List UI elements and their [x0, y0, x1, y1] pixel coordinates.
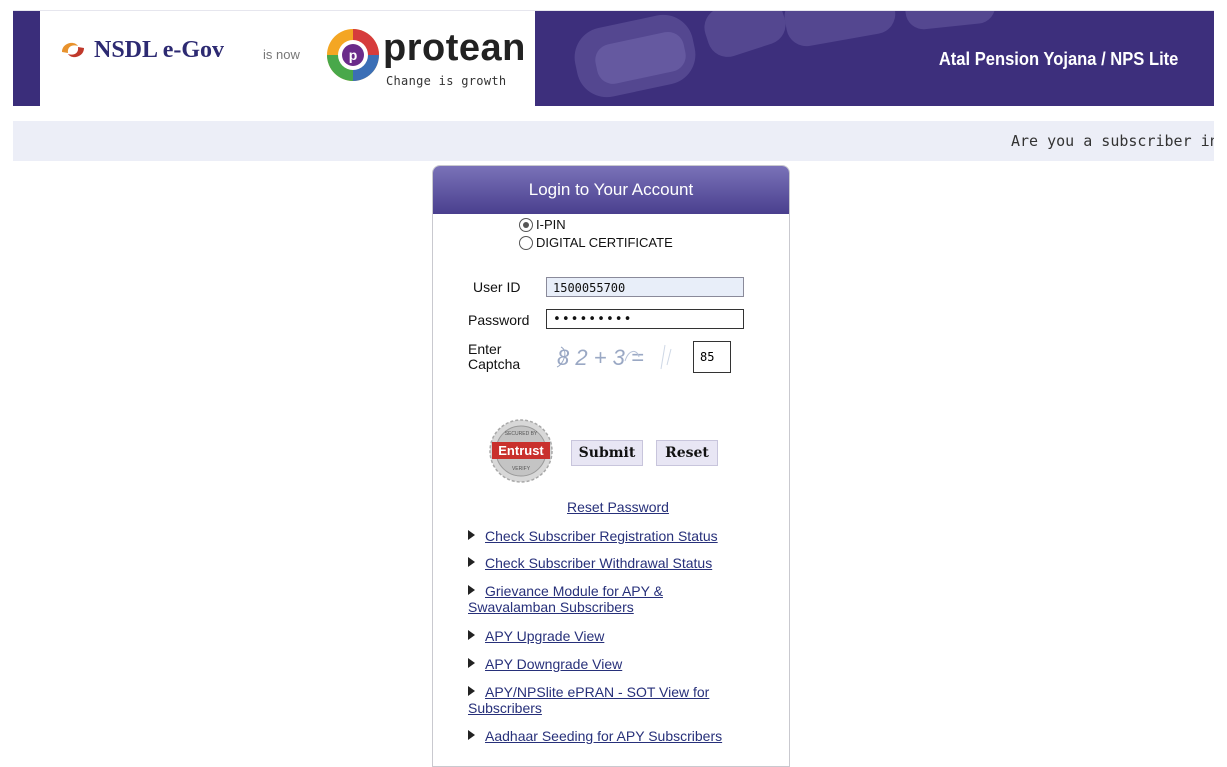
entrust-seal-icon[interactable]: SECURED BY Entrust VERIFY [488, 418, 554, 484]
arrow-right-icon [468, 730, 475, 740]
banner-title: Atal Pension Yojana / NPS Lite [938, 49, 1178, 69]
arrow-right-icon [468, 557, 475, 567]
nsdl-logo-icon [62, 42, 84, 58]
svg-text:p: p [349, 47, 358, 63]
arrow-right-icon [468, 530, 475, 540]
protean-logo-icon: p [327, 29, 379, 81]
submit-button[interactable]: Submit [571, 440, 643, 466]
link-check-registration-status[interactable]: Check Subscriber Registration Status [468, 528, 718, 544]
login-title: Login to Your Account [433, 166, 789, 214]
arrow-right-icon [468, 658, 475, 668]
arrow-right-icon [468, 686, 475, 696]
svg-text:SECURED BY: SECURED BY [505, 431, 538, 437]
nsdl-logo-text: NSDL e-Gov [94, 36, 225, 63]
password-input[interactable]: ••••••••• [546, 309, 744, 329]
svg-text:Entrust: Entrust [498, 443, 544, 458]
link-check-withdrawal-status[interactable]: Check Subscriber Withdrawal Status [468, 555, 712, 571]
header-banner: Atal Pension Yojana / NPS Lite [535, 11, 1214, 106]
marquee-text[interactable]: Are you a subscriber in [1011, 132, 1214, 150]
auth-option-ipin[interactable]: I-PIN [519, 217, 566, 232]
protean-wordmark: protean [383, 27, 526, 69]
arrow-right-icon [468, 630, 475, 640]
link-apy-upgrade-view[interactable]: APY Upgrade View [468, 628, 604, 644]
is-now-text: is now [263, 47, 300, 62]
nsdl-logo[interactable]: NSDL e-Gov [58, 35, 224, 65]
marquee-strip: Are you a subscriber in [13, 121, 1214, 161]
link-grievance-module[interactable]: Grievance Module for APY & Swavalamban S… [468, 583, 688, 615]
arrow-right-icon [468, 585, 475, 595]
digital-certificate-radio[interactable] [519, 235, 533, 250]
reset-password-link[interactable]: Reset Password [567, 499, 669, 515]
captcha-text: 8 2 + 3 = [557, 345, 644, 370]
password-label: Password [468, 312, 530, 328]
login-panel: Login to Your Account I-PIN DIGITAL CERT… [432, 165, 790, 767]
captcha-image: 8 2 + 3 = [556, 344, 672, 370]
header-accent-bar [13, 11, 40, 106]
captcha-label: Enter Captcha [468, 341, 521, 372]
ipin-radio[interactable] [519, 217, 533, 232]
link-aadhaar-seeding[interactable]: Aadhaar Seeding for APY Subscribers [468, 728, 722, 744]
captcha-input[interactable]: 85 [693, 341, 731, 373]
link-epran-sot-view[interactable]: APY/NPSlite ePRAN - SOT View for Subscri… [468, 684, 728, 716]
digital-certificate-label: DIGITAL CERTIFICATE [536, 235, 673, 250]
reset-button[interactable]: Reset [656, 440, 718, 466]
svg-text:VERIFY: VERIFY [512, 466, 531, 472]
user-id-input[interactable]: 1500055700 [546, 277, 744, 297]
ipin-label: I-PIN [536, 217, 566, 232]
auth-option-digital-certificate[interactable]: DIGITAL CERTIFICATE [519, 235, 673, 250]
link-apy-downgrade-view[interactable]: APY Downgrade View [468, 656, 622, 672]
protean-tagline: Change is growth [386, 74, 507, 88]
user-id-label: User ID [473, 279, 521, 295]
